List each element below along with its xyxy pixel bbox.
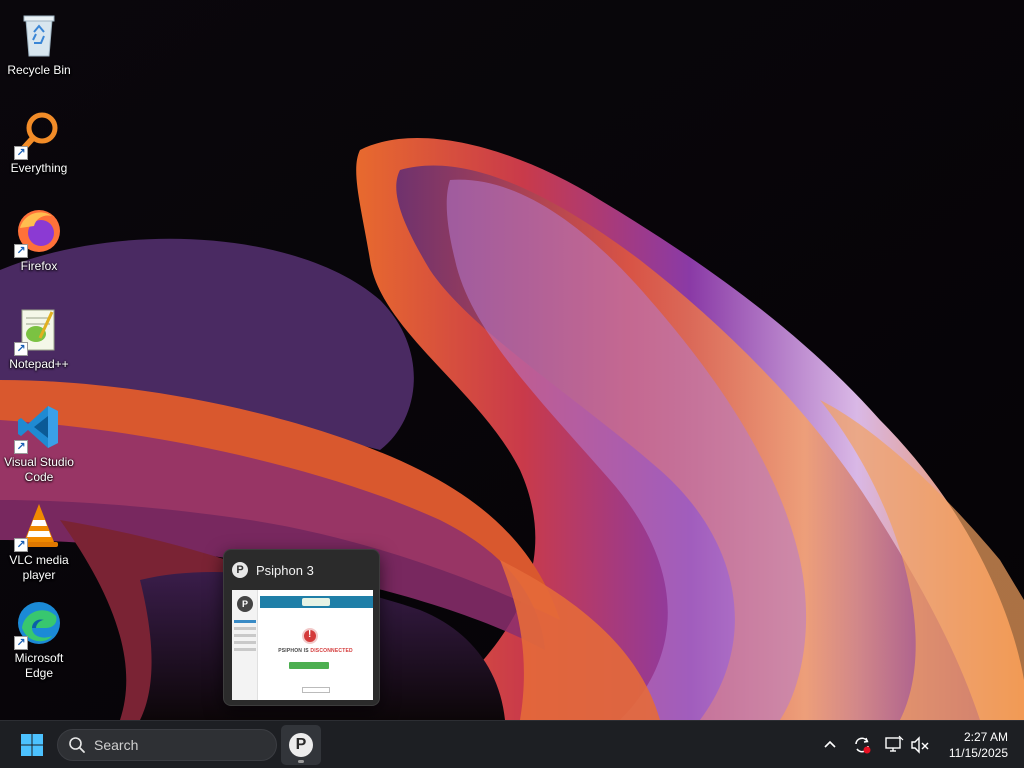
sync-alert-icon	[855, 737, 871, 754]
taskbar-search-box[interactable]: Search	[57, 729, 277, 761]
desktop-icon-firefox[interactable]: ↗ Firefox	[2, 202, 76, 296]
desktop-icon-notepad-plus-plus[interactable]: ↗ Notepad++	[2, 300, 76, 394]
shortcut-arrow-icon: ↗	[14, 146, 28, 160]
desktop-icon-label: Recycle Bin	[7, 63, 71, 77]
start-button[interactable]	[14, 731, 50, 759]
desktop-icon-recycle-bin[interactable]: Recycle Bin	[2, 6, 76, 100]
taskbar-clock[interactable]: 2:27 AM 11/15/2025	[938, 729, 1008, 761]
thumb-nav-item	[234, 641, 256, 644]
everything-search-icon: ↗	[14, 108, 64, 160]
desktop-icon-label: Notepad++	[9, 357, 69, 371]
vscode-icon: ↗	[14, 402, 64, 454]
psiphon-icon: P	[289, 733, 313, 757]
taskbar: Search P 2:27 AM 11/15/2025	[0, 720, 1024, 768]
show-hidden-icons-button[interactable]	[818, 733, 842, 757]
desktop-icon-label: VLC media player	[9, 553, 69, 582]
psiphon-icon: P	[232, 562, 248, 578]
thumb-nav-item	[234, 634, 256, 637]
taskbar-app-psiphon[interactable]: P	[281, 725, 321, 765]
shortcut-arrow-icon: ↗	[14, 538, 28, 552]
firefox-icon: ↗	[14, 206, 64, 258]
desktop-icon-label: Firefox	[20, 259, 58, 273]
preview-thumbnail[interactable]: P PSIPHON IS DISCONNECTED	[232, 590, 373, 700]
disconnected-alert-icon	[302, 628, 318, 644]
status-value: DISCONNECTED	[310, 648, 353, 654]
edge-icon: ↗	[14, 598, 64, 650]
thumb-footer	[302, 687, 330, 693]
volume-muted-icon	[911, 736, 929, 754]
recycle-bin-icon	[14, 10, 64, 60]
network-button[interactable]	[882, 733, 906, 757]
chevron-up-icon	[824, 740, 836, 748]
status-prefix: PSIPHON IS	[278, 648, 311, 654]
preview-title-row: P Psiphon 3	[232, 562, 314, 578]
wallpaper-art	[0, 0, 1024, 720]
thumb-connect-button	[289, 662, 329, 669]
notepad-plus-plus-icon: ↗	[14, 304, 64, 356]
network-icon	[885, 735, 904, 752]
shortcut-arrow-icon: ↗	[14, 636, 28, 650]
desktop-wallpaper	[0, 0, 1024, 720]
volume-button[interactable]	[908, 733, 932, 757]
windows-logo-icon	[21, 734, 43, 756]
desktop-icon-everything[interactable]: ↗ Everything	[2, 104, 76, 198]
vlc-icon: ↗	[14, 500, 64, 552]
desktop-icon-edge[interactable]: ↗ Microsoft Edge	[2, 594, 76, 688]
thumb-nav-item	[234, 620, 256, 623]
desktop-icon-label: Visual Studio Code	[4, 455, 74, 484]
search-icon	[69, 737, 85, 753]
desktop-icon-label: Everything	[10, 161, 68, 175]
clock-time: 2:27 AM	[963, 730, 1008, 744]
shortcut-arrow-icon: ↗	[14, 440, 28, 454]
thumb-vpn-badge	[302, 598, 330, 606]
shortcut-arrow-icon: ↗	[14, 244, 28, 258]
desktop-icon-label: Microsoft Edge	[14, 651, 64, 680]
thumb-nav-item	[234, 627, 256, 630]
preview-title: Psiphon 3	[256, 562, 314, 578]
thumb-status-text: PSIPHON IS DISCONNECTED	[258, 648, 373, 654]
thumb-nav-item	[234, 648, 256, 651]
desktop-icon-vlc[interactable]: ↗ VLC media player	[2, 496, 76, 590]
desktop-icon-vscode[interactable]: ↗ Visual Studio Code	[2, 398, 76, 492]
running-indicator	[298, 760, 304, 763]
shortcut-arrow-icon: ↗	[14, 342, 28, 356]
search-placeholder: Search	[94, 737, 139, 753]
clock-date: 11/15/2025	[948, 746, 1008, 760]
sync-alert-button[interactable]	[850, 733, 874, 757]
psiphon-logo-icon: P	[237, 596, 253, 612]
taskbar-window-preview[interactable]: P Psiphon 3 P PSIPHON IS DISCONNECTED	[223, 549, 380, 706]
